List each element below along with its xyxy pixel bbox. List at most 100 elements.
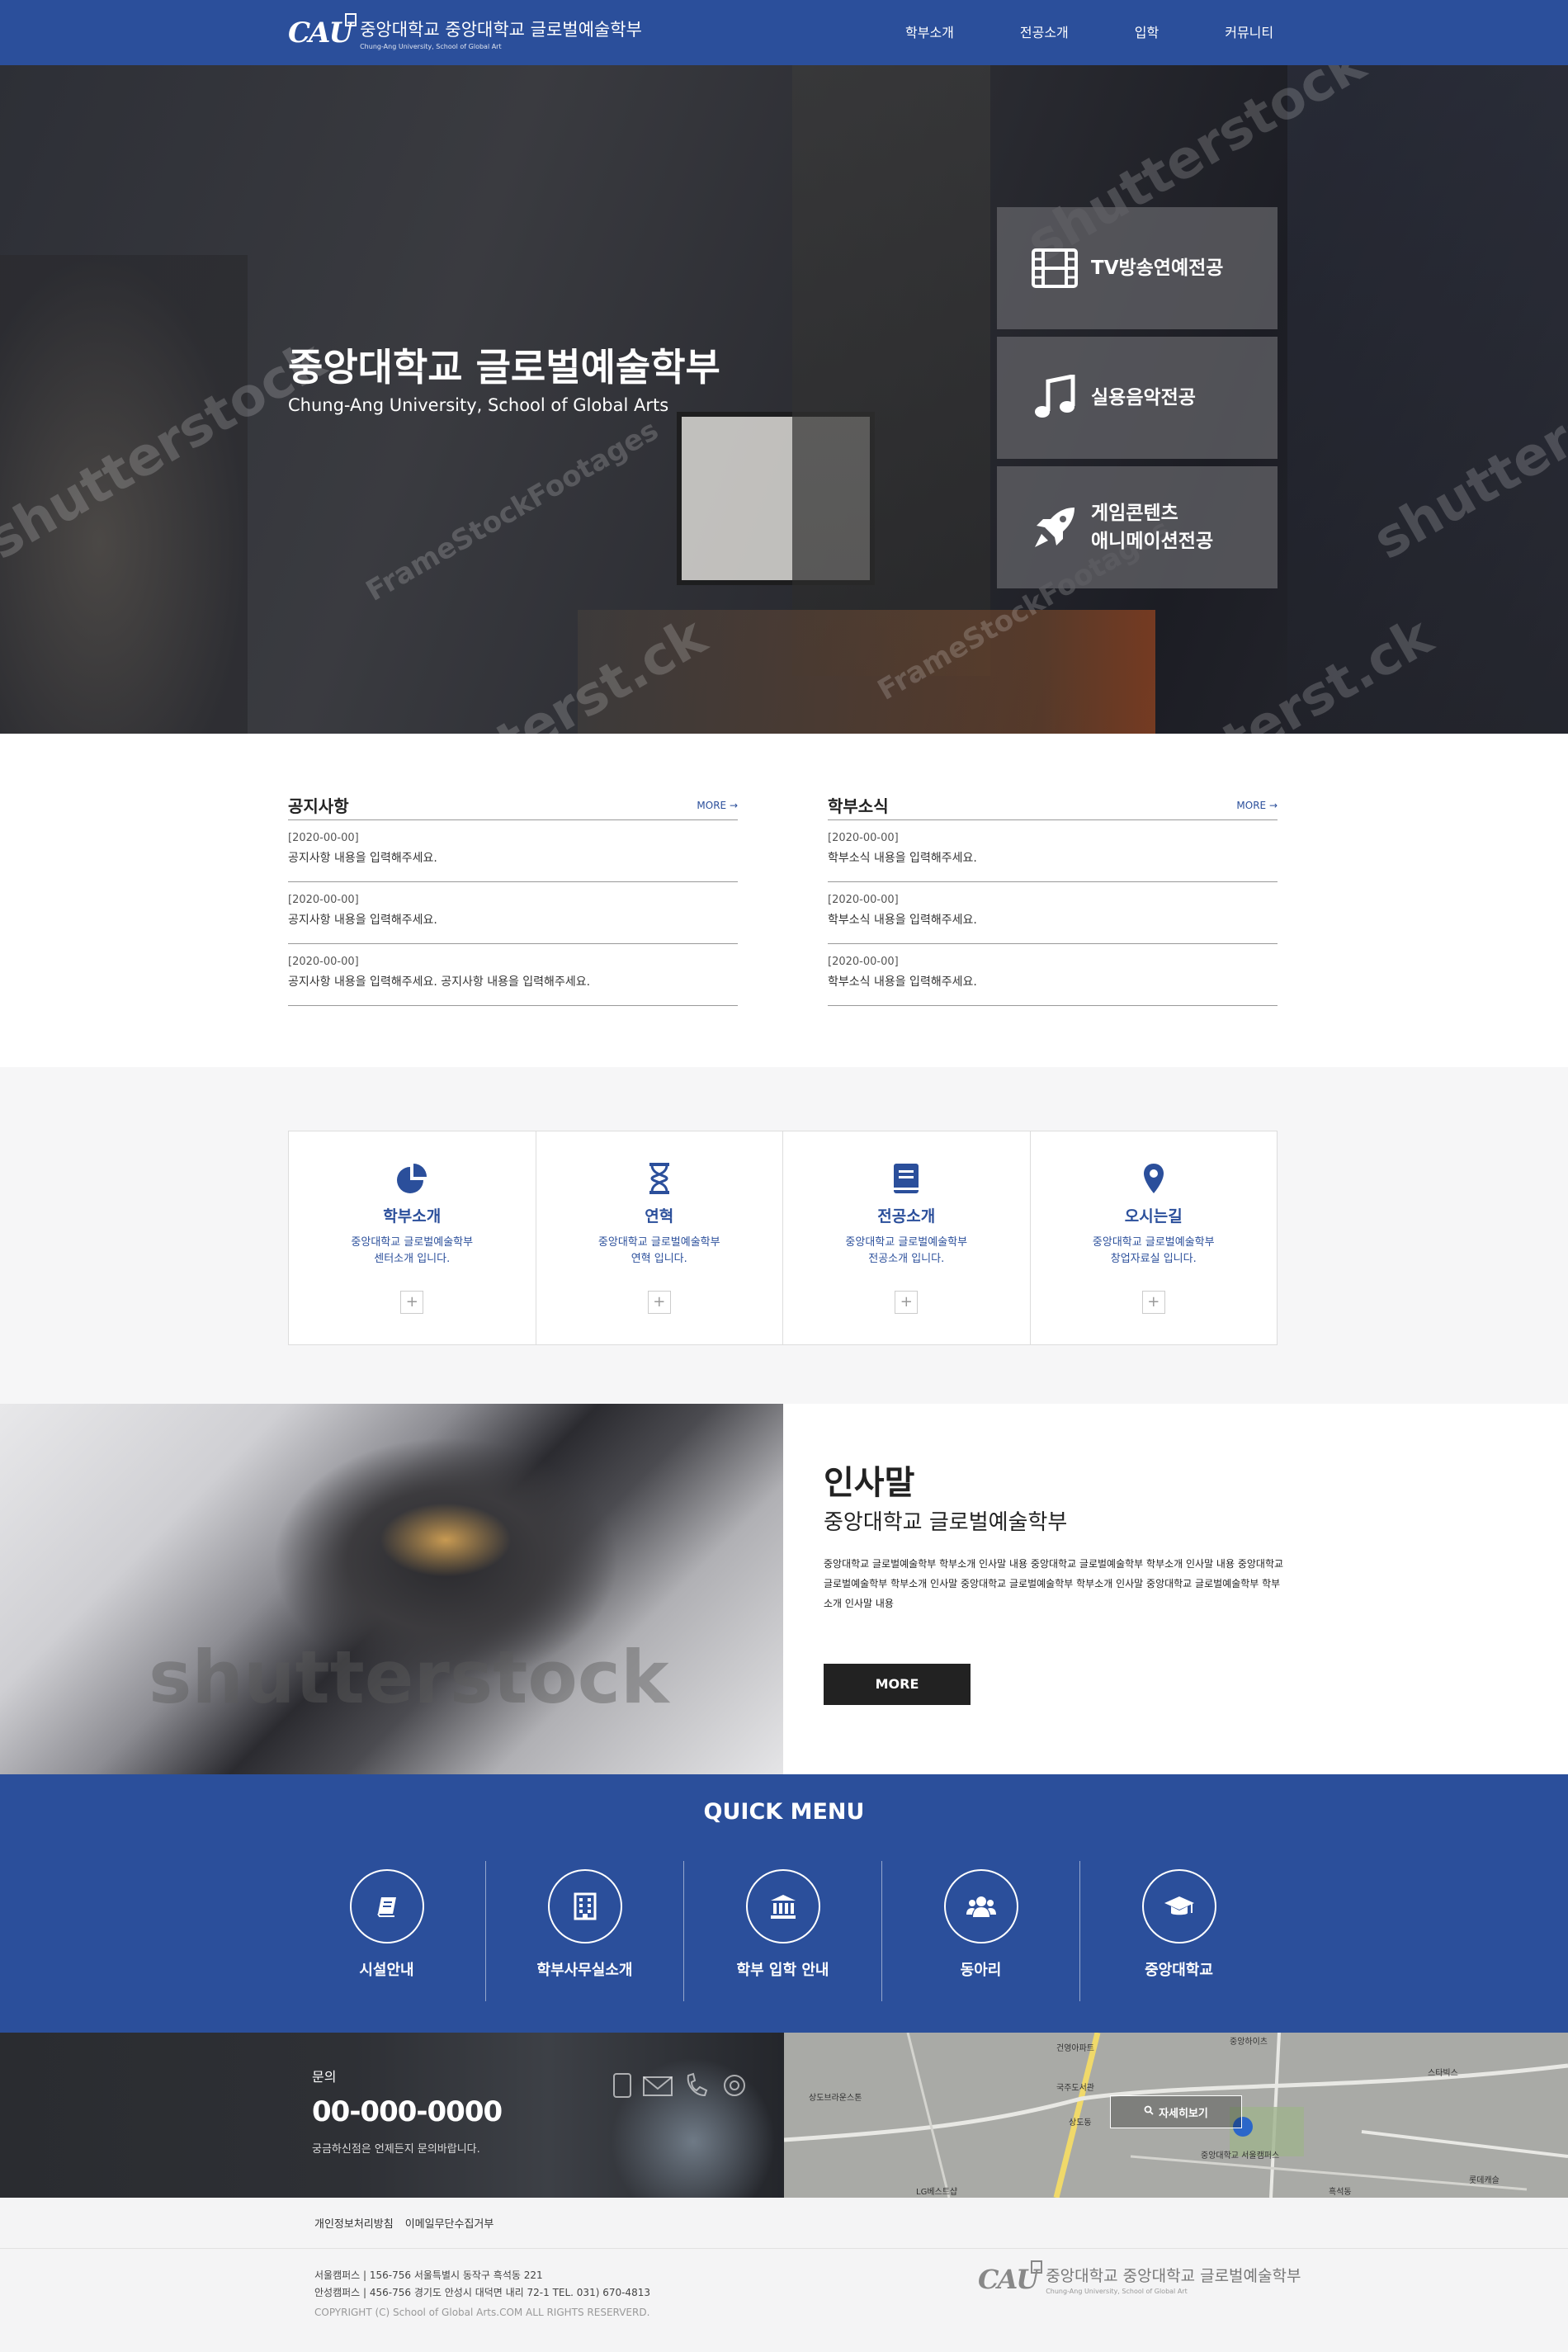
item-text: 공지사항 내용을 입력해주세요. <box>288 852 437 865</box>
hero-subtitle: Chung-Ang University, School of Global A… <box>288 395 669 415</box>
item-date: [2020-00-00] <box>288 894 359 906</box>
music-note-icon <box>1030 373 1079 423</box>
footer-links: 개인정보처리방침 이메일무단수집거부 <box>0 2198 1568 2249</box>
site-footer: 서울캠퍼스 | 156-756 서울특별시 동작구 흑석동 221 안성캠퍼스 … <box>0 2249 1568 2352</box>
list-item[interactable]: [2020-00-00] 공지사항 내용을 입력해주세요. 공지사항 내용을 입… <box>288 944 738 1006</box>
rocket-icon <box>1030 503 1079 552</box>
contact-section: 문의 00-000-0000 궁금하신점은 언제든지 문의바랍니다. <box>0 2033 784 2198</box>
news-board: 학부소식 MORE → [2020-00-00] 학부소식 내용을 입력해주세요… <box>828 791 1278 1006</box>
plus-button[interactable]: + <box>400 1291 424 1314</box>
contact-icons-decoration <box>611 2069 776 2109</box>
quick-item-office[interactable]: 학부사무실소개 <box>486 1861 684 2001</box>
site-logo[interactable]: CAU 중앙대학교 중앙대학교 글로벌예술학부 Chung-Ang Univer… <box>288 12 642 54</box>
institution-icon <box>745 1869 820 1943</box>
item-date: [2020-00-00] <box>288 832 359 844</box>
list-item[interactable]: [2020-00-00] 학부소식 내용을 입력해주세요. <box>828 944 1278 1006</box>
map-label: 스타빅스 <box>1428 2069 1458 2078</box>
greeting-image: shutterstock <box>0 1404 783 1774</box>
gold-vein-shape <box>380 1503 512 1577</box>
item-text: 학부소식 내용을 입력해주세요. <box>828 975 977 989</box>
major-button-label: TV방송연예전공 <box>1091 257 1224 279</box>
list-item[interactable]: [2020-00-00] 공지사항 내용을 입력해주세요. <box>288 820 738 882</box>
location-map[interactable]: 건영아파트 중앙하이츠 상도브라운스톤 국주도서관 상도동 스타빅스 중앙대학교… <box>784 2033 1568 2198</box>
feature-card-about[interactable]: 학부소개 중앙대학교 글로벌예술학부 센터소개 입니다. + <box>289 1131 536 1344</box>
privacy-policy-link[interactable]: 개인정보처리방침 <box>314 2215 394 2231</box>
more-link[interactable]: MORE → <box>697 800 738 811</box>
graduation-cap-icon <box>1141 1869 1216 1943</box>
map-label: 국주도서관 <box>1056 2084 1094 2093</box>
logo-subtitle: Chung-Ang University, School of Global A… <box>360 42 502 50</box>
watermark-text: shutterstock <box>149 1635 669 1720</box>
feature-card-majors[interactable]: 전공소개 중앙대학교 글로벌예술학부 전공소개 입니다. + <box>783 1131 1031 1344</box>
feature-title: 오시는길 <box>1124 1207 1183 1226</box>
hourglass-icon <box>640 1159 678 1197</box>
building-icon <box>547 1869 622 1943</box>
search-icon <box>1144 2105 1154 2118</box>
quick-menu-title: QUICK MENU <box>703 1799 865 1825</box>
quick-item-label: 중앙대학교 <box>1145 1962 1213 1979</box>
major-button-label: 게임콘텐츠 애니메이션전공 <box>1091 503 1214 552</box>
map-detail-button[interactable]: 자세히보기 <box>1110 2095 1242 2128</box>
major-button-label: 실용음악전공 <box>1091 387 1196 409</box>
map-detail-label: 자세히보기 <box>1159 2107 1208 2120</box>
feature-desc: 중앙대학교 글로벌예술학부 센터소개 입니다. <box>351 1236 474 1265</box>
nav-item-admission[interactable]: 입학 <box>1135 21 1159 41</box>
plus-button[interactable]: + <box>895 1291 919 1314</box>
quick-menu: QUICK MENU 시설안내 학부사무실소개 학부 입학 안내 동아리 중앙대… <box>0 1774 1568 2033</box>
item-date: [2020-00-00] <box>828 894 899 906</box>
notice-board: 공지사항 MORE → [2020-00-00] 공지사항 내용을 입력해주세요… <box>288 791 738 1006</box>
pie-chart-icon <box>393 1159 431 1197</box>
quick-item-admission[interactable]: 학부 입학 안내 <box>684 1861 882 2001</box>
item-text: 학부소식 내용을 입력해주세요. <box>828 914 977 927</box>
watermark-text: FrameStockFootages <box>360 413 664 608</box>
map-label: LG베스트샵 <box>916 2188 958 2197</box>
nav-item-majors[interactable]: 전공소개 <box>1020 21 1069 41</box>
map-label: 상도동 <box>1069 2118 1092 2128</box>
footer-address: 서울캠퍼스 | 156-756 서울특별시 동작구 흑석동 221 안성캠퍼스 … <box>314 2269 650 2298</box>
major-button-music[interactable]: 실용음악전공 <box>997 337 1278 459</box>
hero-title: 중앙대학교 글로벌예술학부 <box>288 345 720 390</box>
plus-button[interactable]: + <box>1141 1291 1165 1314</box>
logo-title: 중앙대학교 중앙대학교 글로벌예술학부 <box>360 19 642 40</box>
logo-mark: CAU <box>978 2260 1043 2295</box>
map-pin-icon <box>1135 1159 1173 1197</box>
plus-button[interactable]: + <box>647 1291 671 1314</box>
list-item[interactable]: [2020-00-00] 학부소식 내용을 입력해주세요. <box>828 820 1278 882</box>
site-header: CAU 중앙대학교 중앙대학교 글로벌예술학부 Chung-Ang Univer… <box>0 0 1568 65</box>
hero-banner: shutterstock FrameStockFootages FrameSto… <box>0 65 1568 734</box>
greeting-subtitle: 중앙대학교 글로벌예술학부 <box>824 1510 1068 1535</box>
logo-subtitle: Chung-Ang University, School of Global A… <box>1046 2288 1188 2295</box>
feature-card-directions[interactable]: 오시는길 중앙대학교 글로벌예술학부 창업자료실 입니다. + <box>1031 1131 1278 1344</box>
email-policy-link[interactable]: 이메일무단수집거부 <box>405 2215 494 2231</box>
book-icon <box>887 1159 925 1197</box>
item-text: 공지사항 내용을 입력해주세요. <box>288 914 437 927</box>
list-item[interactable]: [2020-00-00] 공지사항 내용을 입력해주세요. <box>288 882 738 944</box>
feature-card-history[interactable]: 연혁 중앙대학교 글로벌예술학부 연혁 입니다. + <box>536 1131 783 1344</box>
contact-desc: 궁금하신점은 언제든지 문의바랍니다. <box>312 2143 480 2156</box>
main-nav: 학부소개 전공소개 입학 커뮤니티 <box>905 21 1273 41</box>
quick-item-clubs[interactable]: 동아리 <box>882 1861 1080 2001</box>
feature-title: 연혁 <box>645 1207 674 1226</box>
quick-item-university[interactable]: 중앙대학교 <box>1080 1861 1278 2001</box>
map-label: 상도브라운스톤 <box>809 2094 862 2103</box>
nav-item-community[interactable]: 커뮤니티 <box>1225 21 1273 41</box>
greeting-text: 중앙대학교 글로벌예술학부 학부소개 인사말 내용 중앙대학교 글로벌예술학부 … <box>824 1558 1284 1609</box>
quick-item-facilities[interactable]: 시설안내 <box>288 1861 486 2001</box>
footer-copyright: COPYRIGHT (C) School of Global Arts.COM … <box>314 2307 650 2318</box>
greeting-title: 인사말 <box>824 1464 915 1502</box>
contact-phone: 00-000-0000 <box>312 2095 503 2128</box>
list-item[interactable]: [2020-00-00] 학부소식 내용을 입력해주세요. <box>828 882 1278 944</box>
quick-item-label: 동아리 <box>960 1962 1002 1979</box>
greeting-more-button[interactable]: MORE <box>824 1664 971 1705</box>
feature-desc: 중앙대학교 글로벌예술학부 연혁 입니다. <box>597 1236 720 1265</box>
major-button-game[interactable]: 게임콘텐츠 애니메이션전공 <box>997 466 1278 588</box>
more-link[interactable]: MORE → <box>1236 800 1278 811</box>
feature-title: 전공소개 <box>877 1207 936 1226</box>
major-button-tv[interactable]: TV방송연예전공 <box>997 207 1278 329</box>
contact-label: 문의 <box>312 2069 337 2085</box>
nav-item-about[interactable]: 학부소개 <box>905 21 954 41</box>
feature-desc: 중앙대학교 글로벌예술학부 전공소개 입니다. <box>845 1236 968 1265</box>
item-text: 공지사항 내용을 입력해주세요. 공지사항 내용을 입력해주세요. <box>288 975 591 989</box>
film-icon <box>1030 243 1079 293</box>
hero-bg-shape <box>792 65 990 676</box>
